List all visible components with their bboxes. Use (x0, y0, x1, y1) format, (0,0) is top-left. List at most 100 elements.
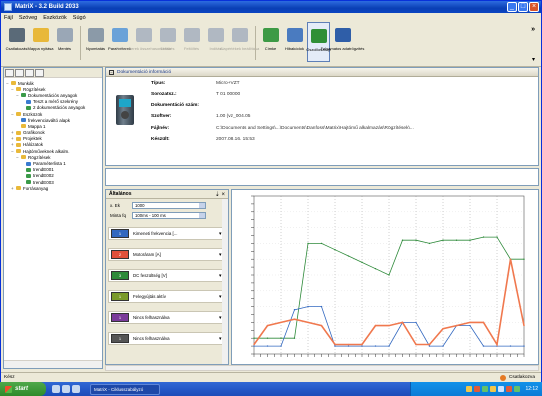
info-notes-field[interactable] (105, 168, 539, 186)
sample-rate-label: Minta fq (110, 213, 127, 218)
oscilloscope-chart[interactable] (231, 189, 539, 365)
project-tree-panel: − Munkák − Rögzítések − Dokumentációs anyagok… (3, 67, 103, 369)
menu-file[interactable]: Fájl (4, 15, 13, 21)
quick-launch-desktop-icon[interactable] (62, 385, 70, 393)
signal-label: Nincs felhasználva (133, 336, 170, 341)
motor-icon (207, 28, 224, 42)
toolbar-button-plug[interactable]: Csatlakozás (5, 22, 28, 62)
signal-row[interactable]: 1 Nincs felhasználva ▾ (108, 311, 226, 324)
status-bar: Kész Csatlakozva (1, 372, 541, 382)
toolbar-button-document[interactable]: Paraméterek (108, 22, 131, 62)
tree-node-icon (16, 136, 21, 141)
toolbar-button-download[interactable]: Letöltés (156, 22, 179, 62)
tree-node-icon (26, 180, 31, 185)
tray-icon-2[interactable] (474, 386, 481, 392)
signal-row[interactable]: 3 DC feszültség [V] ▾ (108, 269, 226, 282)
signal-panel-scrollbar[interactable] (222, 199, 228, 364)
signal-row[interactable]: 1 Nincs felhasználva ▾ (108, 332, 226, 345)
tree-tool-new-icon[interactable] (5, 69, 14, 77)
tray-icon-1[interactable] (466, 386, 473, 392)
close-button[interactable]: × (529, 2, 539, 12)
x-axis-select[interactable]: 1000 (132, 202, 206, 209)
start-button[interactable]: start (0, 382, 46, 396)
sample-rate-dropdown-icon[interactable] (199, 213, 205, 218)
info-header[interactable]: − Dokumentáció információ (106, 68, 538, 77)
chart-horizontal-scrollbar[interactable] (105, 365, 539, 371)
signal-label: Motoráram [A] (133, 252, 161, 257)
toolbar-button-print[interactable]: Nyomtatás (84, 22, 107, 62)
toolbar-button-save[interactable]: Mentés (53, 22, 76, 62)
signal-color-swatch[interactable]: 2 (111, 250, 129, 259)
x-axis-dropdown-icon[interactable] (199, 203, 205, 208)
minimize-button[interactable]: _ (507, 2, 517, 12)
tree-node-icon (16, 112, 21, 117)
tray-icon-7[interactable] (514, 386, 521, 392)
quick-launch-ie-icon[interactable] (52, 385, 60, 393)
tree-item[interactable]: + Forrásanyag (6, 185, 102, 191)
tree-item-label: Paraméterlista 1 (33, 161, 66, 167)
tree-tool-properties-icon[interactable] (35, 69, 44, 77)
toolbar-button-chip[interactable]: Folyamatos adatrögzítés (321, 22, 364, 62)
signal-row[interactable]: 1 Felegyújtás aktív ▾ (108, 290, 226, 303)
tree-toolbar (4, 68, 102, 78)
tree-horizontal-scrollbar[interactable] (4, 360, 102, 368)
collapse-icon[interactable]: − (109, 69, 114, 75)
toolbar-overflow-icon[interactable]: » (531, 26, 535, 33)
toolbar-button-folder[interactable]: Mappa nyitása (28, 22, 54, 62)
data-point (293, 318, 296, 320)
toolbar-button-upload[interactable]: Feltöltés (180, 22, 203, 62)
system-tray: 12:12 (410, 382, 542, 396)
download-icon (159, 28, 176, 42)
toolbar-button-scope[interactable]: Oszcilloszkóp (306, 22, 331, 62)
toolbar-button-motor[interactable]: Indítás (204, 22, 227, 62)
data-point (523, 258, 525, 260)
toolbar-button-search[interactable]: Hibakódok (283, 22, 306, 62)
toolbar-pin-icon[interactable]: ▾ (532, 56, 535, 63)
menu-help[interactable]: Súgó (73, 15, 86, 21)
status-text: Kész (4, 375, 15, 380)
toolbar-button-compare[interactable]: Paraméterek összehasonlítása (116, 22, 171, 62)
tree-tool-open-icon[interactable] (15, 69, 24, 77)
connection-icon (499, 374, 506, 381)
toolbar-button-tag[interactable]: Címke (259, 22, 282, 62)
data-point (523, 345, 525, 347)
tray-icon-4[interactable] (490, 386, 497, 392)
tree-node-icon (26, 105, 31, 110)
data-point (496, 343, 498, 346)
data-point (253, 343, 255, 346)
data-point (334, 345, 336, 347)
data-point (415, 321, 417, 324)
title-bar[interactable]: MatriX - 3.2 Build 2033 _ □ × (1, 1, 541, 13)
signal-row[interactable]: 2 Motoráram [A] ▾ (108, 248, 226, 261)
toolbar-button-reset[interactable]: Alapértékek beállítása (220, 22, 259, 62)
info-value: 2007.08.16. 15:53 (216, 137, 255, 142)
tray-icon-6[interactable] (506, 386, 513, 392)
tree-item-label: Hajtóműveknek alkalm. (23, 148, 70, 154)
maximize-button[interactable]: □ (518, 2, 528, 12)
tree-tool-delete-icon[interactable] (25, 69, 34, 77)
tray-icon-5[interactable] (498, 386, 505, 392)
toolbar-button-label: Alapértékek beállítása (219, 46, 260, 51)
signal-label: DC feszültség [V] (133, 273, 167, 278)
chip-icon (334, 28, 351, 42)
tree-node-icon (26, 161, 31, 166)
signal-color-swatch[interactable]: 1 (111, 334, 129, 343)
signal-row[interactable]: 1 Kimeneti frekvencia [... ▾ (108, 227, 226, 240)
signal-color-swatch[interactable]: 3 (111, 271, 129, 280)
data-point (307, 321, 309, 324)
quick-launch-media-icon[interactable] (72, 385, 80, 393)
sample-rate-select[interactable]: 100ms - 100 ms (132, 212, 206, 219)
data-point (334, 249, 336, 251)
signal-color-swatch[interactable]: 1 (111, 292, 129, 301)
signal-color-swatch[interactable]: 1 (111, 229, 129, 238)
data-point (428, 242, 431, 245)
print-icon (87, 28, 104, 42)
menu-tools[interactable]: Eszközök (43, 15, 67, 21)
tree-node-icon (21, 118, 26, 123)
taskbar-task-matrix[interactable]: MatriX - Ciklusszabályzó (90, 383, 160, 395)
signal-color-swatch[interactable]: 1 (111, 313, 129, 322)
panel-pin-close-icon[interactable]: ⇣ × (215, 191, 225, 198)
tray-icon-3[interactable] (482, 386, 489, 392)
menu-text[interactable]: Szöveg (19, 15, 37, 21)
window-controls: _ □ × (507, 2, 539, 12)
